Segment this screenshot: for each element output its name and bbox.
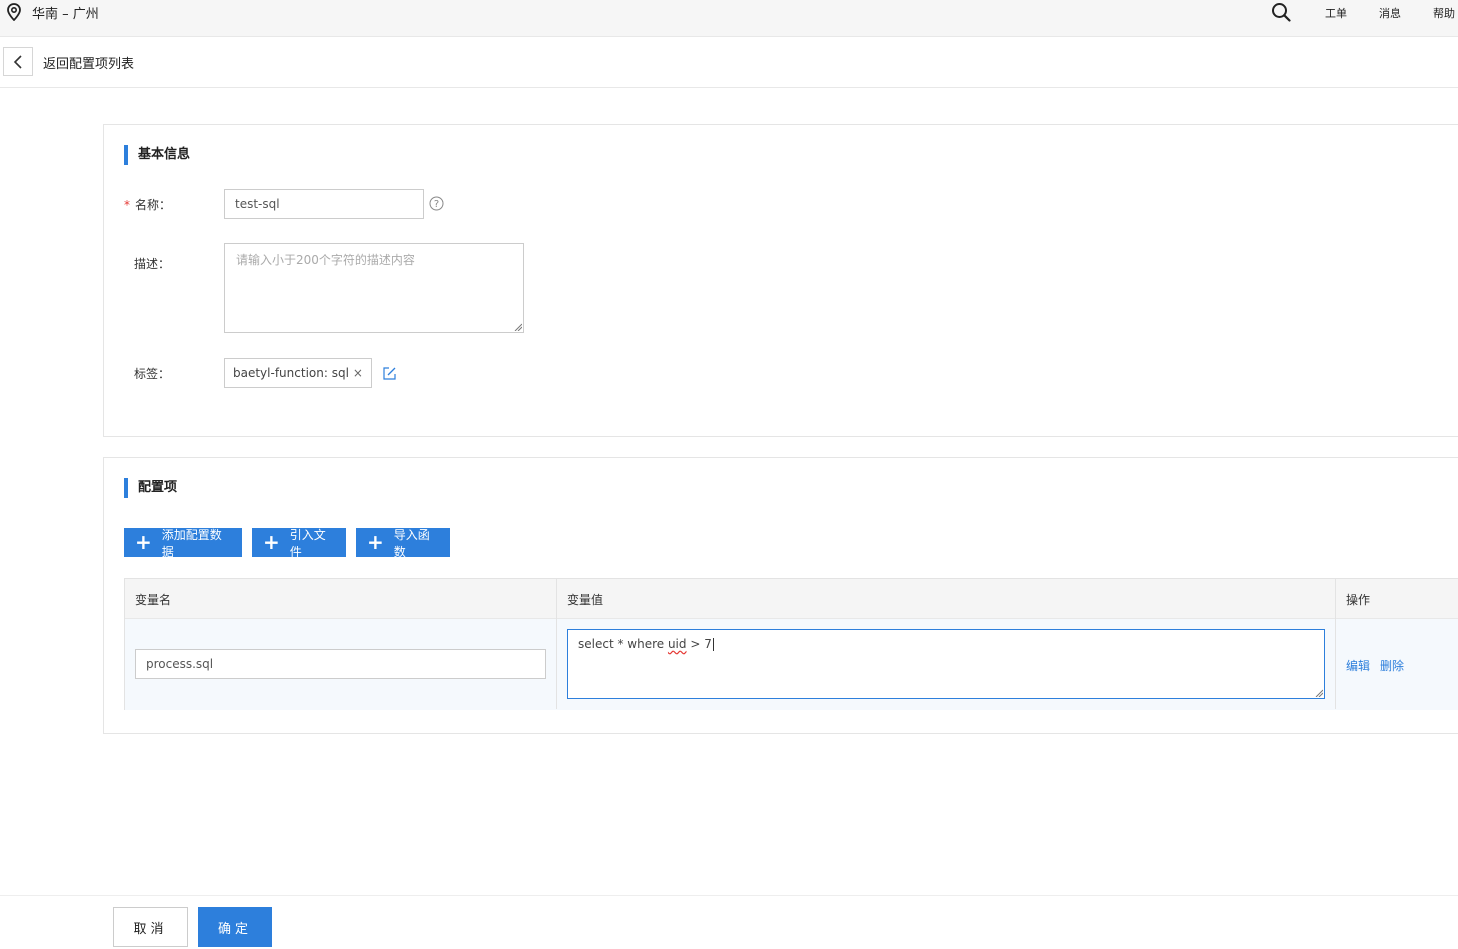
add-config-data-button[interactable]: + 添加配置数据 <box>124 528 242 559</box>
column-divider <box>556 579 557 709</box>
search-icon[interactable] <box>1271 2 1291 22</box>
description-placeholder: 请输入小于200个字符的描述内容 <box>236 253 415 267</box>
import-file-button[interactable]: + 引入文件 <box>252 528 346 559</box>
variable-value-textarea[interactable]: select * where uid > 7 <box>567 629 1325 699</box>
chevron-left-icon <box>13 54 22 69</box>
topbar-link-tickets[interactable]: 工单 <box>1325 5 1347 21</box>
tag-chip: baetyl-function: sql × <box>224 358 372 388</box>
svg-text:?: ? <box>434 199 439 210</box>
basic-info-card: 基本信息 * 名称： test-sql ? 描述： 请输入小于200个字符的描述内… <box>103 124 1458 437</box>
name-input[interactable]: test-sql <box>224 189 424 219</box>
confirm-button[interactable]: 确定 <box>198 907 272 947</box>
desc-label: 描述： <box>134 257 171 271</box>
cancel-button[interactable]: 取消 <box>113 907 188 947</box>
description-textarea[interactable]: 请输入小于200个字符的描述内容 <box>224 243 524 333</box>
tag-text: baetyl-function: sql <box>233 366 349 380</box>
topbar-link-messages[interactable]: 消息 <box>1379 5 1401 21</box>
edit-icon[interactable] <box>383 367 396 380</box>
region-label: 华南 – 广州 <box>32 6 99 22</box>
text-caret <box>712 638 714 651</box>
footer-bar: 取消 确定 <box>0 895 1458 949</box>
table-header: 变量名 变量值 操作 <box>125 579 1458 619</box>
back-button[interactable] <box>3 47 33 76</box>
region-selector[interactable]: 华南 – 广州 <box>6 2 99 22</box>
back-header: 返回配置项列表 <box>0 37 1458 88</box>
variable-name-input[interactable]: process.sql <box>135 649 546 679</box>
top-bar: 华南 – 广州 工单 消息 帮助 <box>0 0 1458 37</box>
plus-icon: + <box>367 529 384 554</box>
column-header-name: 变量名 <box>135 593 172 607</box>
config-card: 配置项 + 添加配置数据 + 引入文件 + 导入函数 变量名 变量值 操作 pr… <box>103 457 1458 734</box>
resize-grip-icon[interactable] <box>514 323 522 331</box>
column-divider <box>1335 579 1336 709</box>
config-table: 变量名 变量值 操作 process.sql select * where ui… <box>124 578 1458 710</box>
column-header-value: 变量值 <box>567 593 604 607</box>
back-title[interactable]: 返回配置项列表 <box>43 53 134 72</box>
edit-link[interactable]: 编辑 <box>1346 657 1370 674</box>
topbar-link-help[interactable]: 帮助 <box>1433 5 1455 21</box>
name-label: * 名称： <box>124 198 172 212</box>
column-header-actions: 操作 <box>1346 593 1371 607</box>
plus-icon: + <box>263 529 280 554</box>
help-circle-icon[interactable]: ? <box>429 196 444 211</box>
basic-info-title: 基本信息 <box>124 145 190 165</box>
tag-label: 标签： <box>134 367 171 381</box>
spellcheck-flagged-word: uid <box>667 637 687 651</box>
config-title: 配置项 <box>124 478 177 498</box>
plus-icon: + <box>135 529 152 554</box>
delete-link[interactable]: 删除 <box>1380 657 1404 674</box>
import-function-button[interactable]: + 导入函数 <box>356 528 450 559</box>
table-row: process.sql select * where uid > 7 编辑 删除 <box>125 619 1458 710</box>
required-mark: * <box>124 198 130 212</box>
location-pin-icon <box>7 3 21 21</box>
tag-remove-icon[interactable]: × <box>353 366 363 380</box>
resize-grip-icon[interactable] <box>1315 689 1323 697</box>
